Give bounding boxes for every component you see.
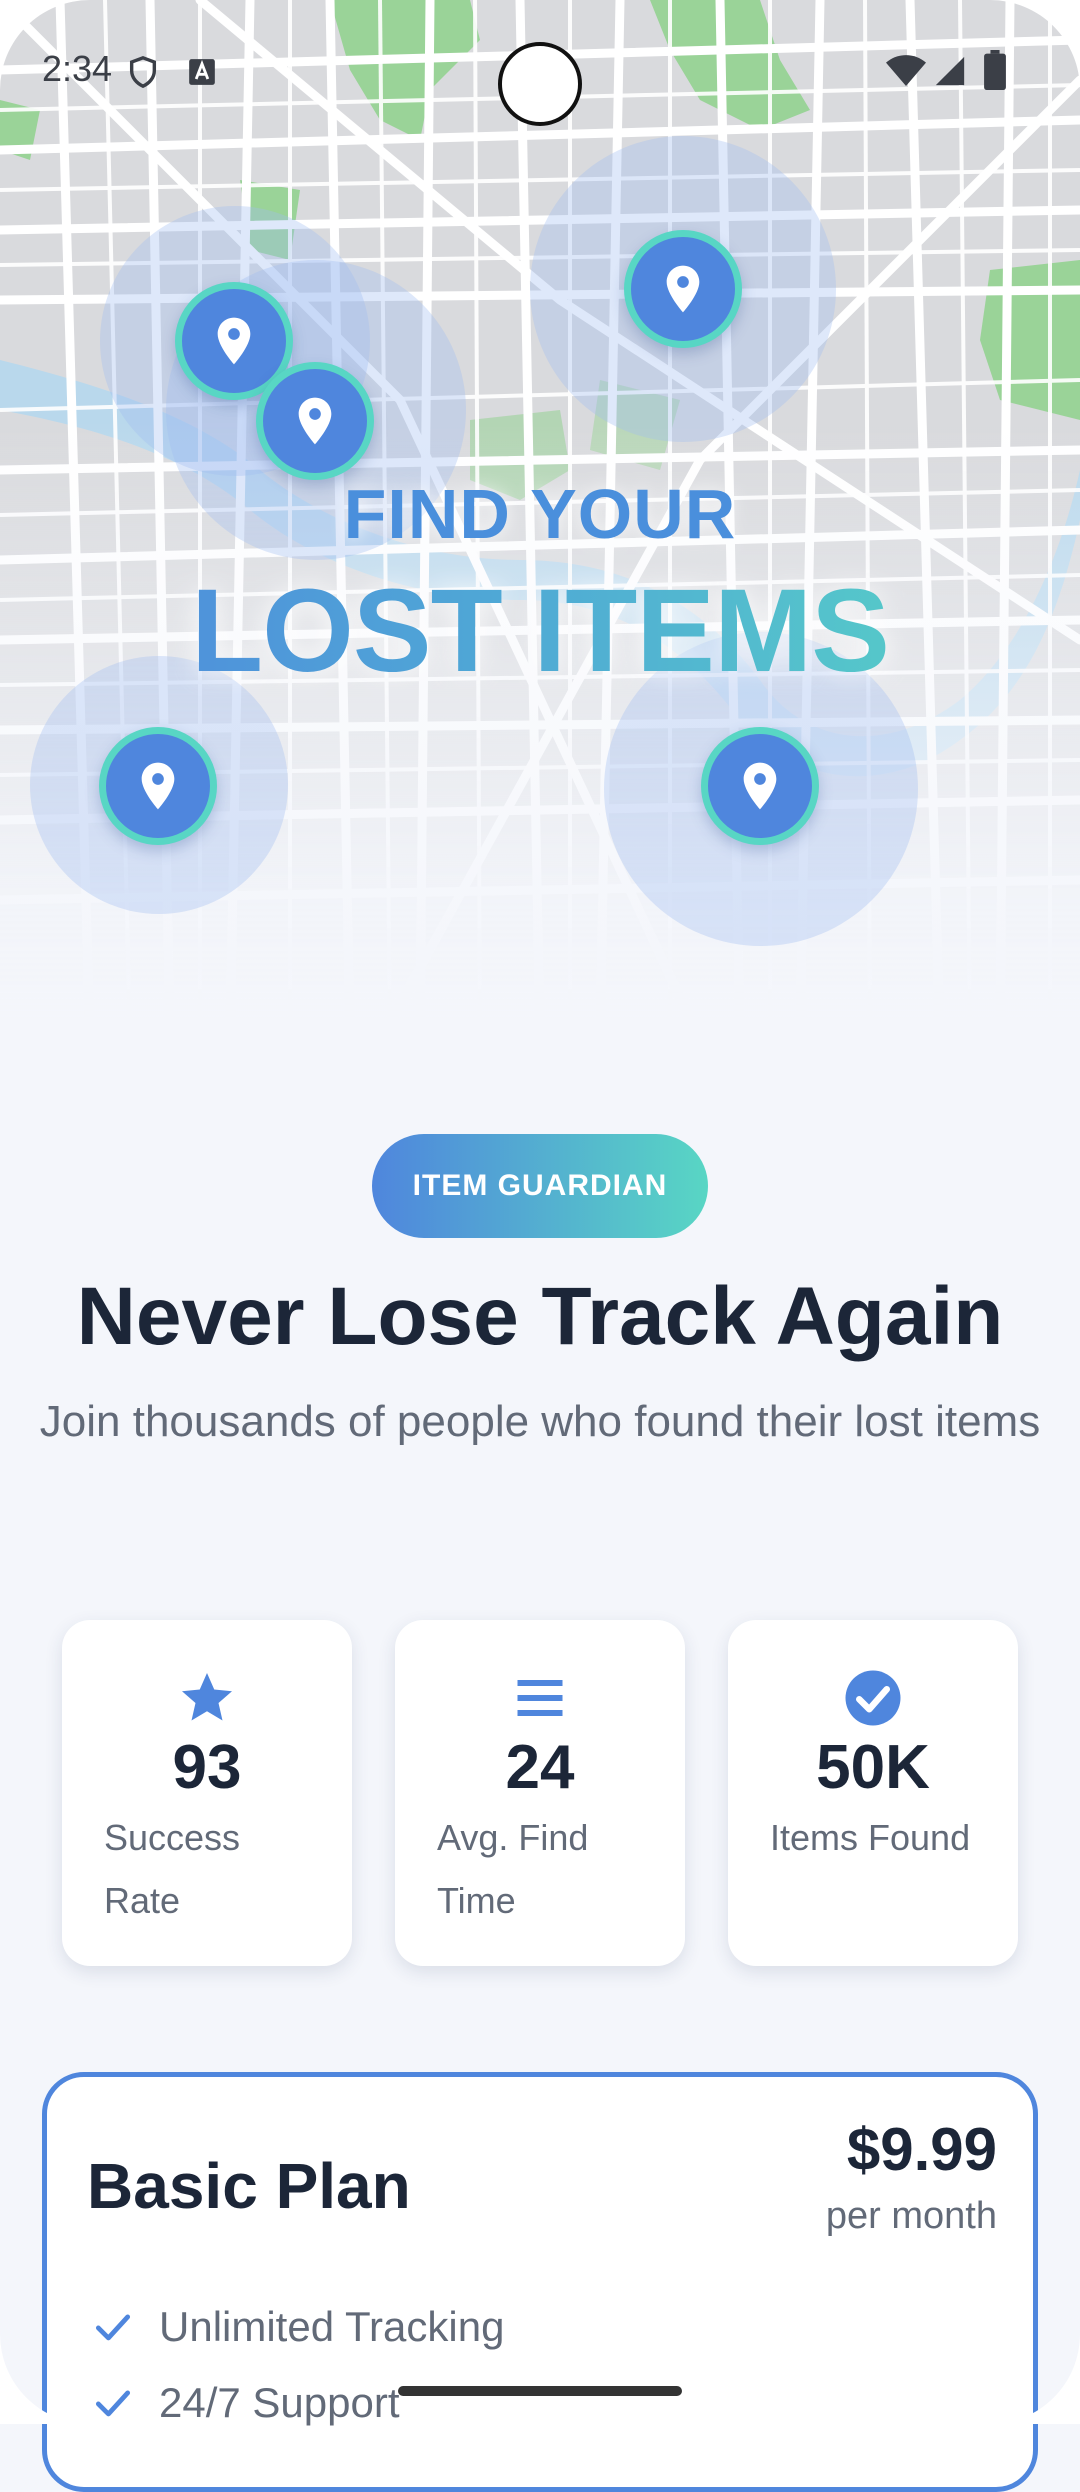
map-pin-icon xyxy=(141,762,175,810)
plan-name: Basic Plan xyxy=(87,2150,411,2222)
plan-feature: 24/7 Support xyxy=(91,2379,400,2427)
plan-period: per month xyxy=(825,2195,997,2237)
home-indicator[interactable] xyxy=(398,2386,682,2396)
map-pin-icon xyxy=(217,317,251,365)
hero-title-line2: LOST ITEMS xyxy=(0,566,1080,696)
check-circle-icon xyxy=(845,1670,901,1726)
status-bar: 2:34 xyxy=(0,0,1080,140)
star-icon xyxy=(182,1673,232,1721)
plan-feature-label: Unlimited Tracking xyxy=(159,2303,505,2350)
wifi-icon xyxy=(886,55,926,86)
check-icon xyxy=(95,2314,131,2341)
check-icon xyxy=(95,2390,131,2417)
hero-map: FIND YOUR LOST ITEMS LOST ITEMS xyxy=(0,0,1080,1040)
shield-icon xyxy=(129,56,157,89)
location-pin[interactable] xyxy=(99,727,217,845)
battery-icon xyxy=(984,50,1006,90)
stat-value: 93 xyxy=(172,1733,242,1802)
status-time: 2:34 xyxy=(42,48,113,89)
headline: Never Lose Track Again xyxy=(76,1271,1004,1362)
location-pin[interactable] xyxy=(701,727,819,845)
signal-icon xyxy=(935,56,965,86)
app-badge: ITEM GUARDIAN xyxy=(372,1134,708,1238)
location-pin[interactable] xyxy=(624,230,742,348)
plan-card-basic[interactable]: Basic Plan $9.99 per month Unlimited Tra… xyxy=(42,2072,1038,2492)
map-pin-icon xyxy=(298,397,332,445)
keyboard-a-icon xyxy=(189,59,215,85)
stat-value: 50K xyxy=(816,1733,930,1802)
stat-label: Success Rate xyxy=(104,1817,241,1921)
subtitle: Join thousands of people who found their… xyxy=(39,1397,1041,1446)
stat-card-find-time: 24 Avg. Find Time xyxy=(395,1620,685,1966)
stat-card-items-found: 50K Items Found xyxy=(728,1620,1018,1966)
camera-cutout xyxy=(498,42,582,126)
stat-card-success: 93 Success Rate xyxy=(62,1620,352,1966)
stat-value: 24 xyxy=(505,1733,575,1802)
menu-lines-icon xyxy=(517,1680,563,1716)
map-pin-icon xyxy=(743,762,777,810)
stat-label: Items Found xyxy=(770,1817,971,1858)
plan-feature: Unlimited Tracking xyxy=(91,2303,504,2351)
stat-label: Avg. Find Time xyxy=(437,1817,589,1921)
plan-price: $9.99 xyxy=(846,2116,997,2183)
plan-feature-label: 24/7 Support xyxy=(159,2379,400,2426)
hero-title-line1: FIND YOUR xyxy=(343,475,737,553)
map-pin-icon xyxy=(666,265,700,313)
location-pin[interactable] xyxy=(256,362,374,480)
